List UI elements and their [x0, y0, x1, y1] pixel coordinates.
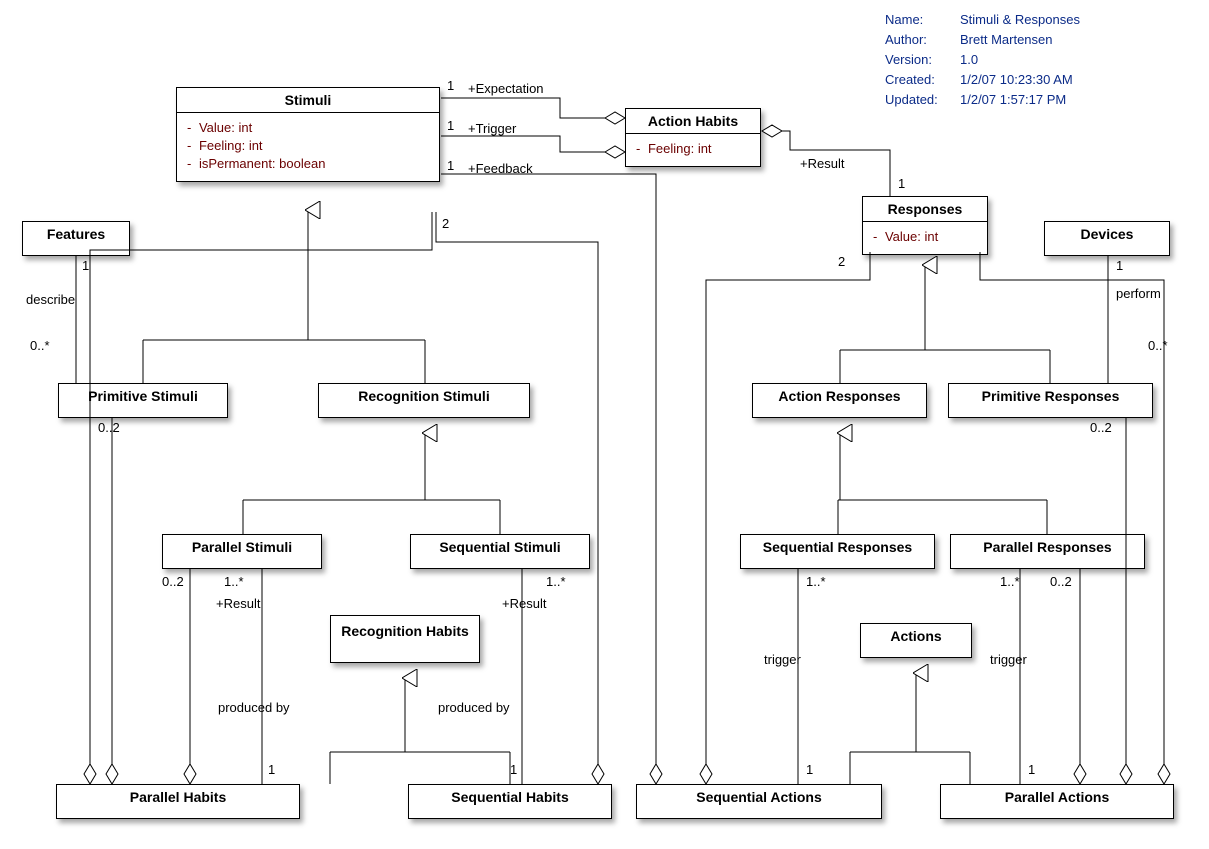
class-responses: Responses Value: int	[862, 196, 988, 255]
mult: 0..*	[30, 338, 50, 353]
class-devices: Devices	[1044, 221, 1170, 256]
role-result: +Result	[800, 156, 844, 171]
assoc-produced-by: produced by	[438, 700, 510, 715]
mult: 1	[447, 118, 454, 133]
meta-author-value: Brett Martensen	[960, 30, 1053, 50]
mult: 1	[1116, 258, 1123, 273]
mult: 0..2	[162, 574, 184, 589]
mult: 2	[442, 216, 449, 231]
mult: 1	[806, 762, 813, 777]
meta-created-label: Created:	[885, 70, 960, 90]
class-parallel-responses: Parallel Responses	[950, 534, 1145, 569]
mult: 0..2	[1050, 574, 1072, 589]
class-primitive-responses: Primitive Responses	[948, 383, 1153, 418]
class-primitive-stimuli: Primitive Stimuli	[58, 383, 228, 418]
class-parallel-habits: Parallel Habits	[56, 784, 300, 819]
class-stimuli: Stimuli Value: int Feeling: int isPerman…	[176, 87, 440, 182]
mult: 1	[447, 78, 454, 93]
class-title: Sequential Responses	[741, 535, 934, 559]
meta-author-label: Author:	[885, 30, 960, 50]
class-actions: Actions	[860, 623, 972, 658]
mult: 1	[82, 258, 89, 273]
class-title: Action Responses	[753, 384, 926, 408]
assoc-perform: perform	[1116, 286, 1161, 301]
class-sequential-stimuli: Sequential Stimuli	[410, 534, 590, 569]
role-feedback: +Feedback	[468, 161, 533, 176]
class-features: Features	[22, 221, 130, 256]
uml-diagram: Name:Stimuli & Responses Author:Brett Ma…	[0, 0, 1209, 849]
meta-version-value: 1.0	[960, 50, 978, 70]
class-title: Sequential Actions	[637, 785, 881, 809]
assoc-describe: describe	[26, 292, 75, 307]
class-title: Stimuli	[177, 88, 439, 113]
class-title: Recognition Habits	[331, 616, 479, 644]
class-title: Parallel Responses	[951, 535, 1144, 559]
meta-name-label: Name:	[885, 10, 960, 30]
class-parallel-stimuli: Parallel Stimuli	[162, 534, 322, 569]
class-attrs: Value: int Feeling: int isPermanent: boo…	[177, 113, 439, 181]
attr: Feeling: int	[636, 140, 750, 158]
class-parallel-actions: Parallel Actions	[940, 784, 1174, 819]
mult: 1	[510, 762, 517, 777]
mult: 1	[1028, 762, 1035, 777]
class-action-habits: Action Habits Feeling: int	[625, 108, 761, 167]
meta-updated-label: Updated:	[885, 90, 960, 110]
mult: 0..*	[1148, 338, 1168, 353]
mult: 1	[268, 762, 275, 777]
class-title: Features	[23, 222, 129, 246]
meta-updated-value: 1/2/07 1:57:17 PM	[960, 90, 1066, 110]
class-attrs: Value: int	[863, 222, 987, 254]
class-recognition-stimuli: Recognition Stimuli	[318, 383, 530, 418]
role-result: +Result	[216, 596, 260, 611]
class-title: Action Habits	[626, 109, 760, 134]
mult: 1	[898, 176, 905, 191]
class-title: Primitive Stimuli	[59, 384, 227, 408]
role-result: +Result	[502, 596, 546, 611]
class-action-responses: Action Responses	[752, 383, 927, 418]
assoc-trigger: trigger	[764, 652, 801, 667]
class-title: Parallel Stimuli	[163, 535, 321, 559]
attr: Feeling: int	[187, 137, 429, 155]
meta-name-value: Stimuli & Responses	[960, 10, 1080, 30]
assoc-produced-by: produced by	[218, 700, 290, 715]
meta-created-value: 1/2/07 10:23:30 AM	[960, 70, 1073, 90]
mult: 1..*	[546, 574, 566, 589]
class-title: Primitive Responses	[949, 384, 1152, 408]
class-recognition-habits: Recognition Habits	[330, 615, 480, 663]
mult: 2	[838, 254, 845, 269]
class-title: Recognition Stimuli	[319, 384, 529, 408]
class-title: Responses	[863, 197, 987, 222]
mult: 1..*	[224, 574, 244, 589]
class-title: Sequential Stimuli	[411, 535, 589, 559]
class-sequential-habits: Sequential Habits	[408, 784, 612, 819]
attr: isPermanent: boolean	[187, 155, 429, 173]
diagram-metadata: Name:Stimuli & Responses Author:Brett Ma…	[885, 10, 1080, 110]
attr: Value: int	[873, 228, 977, 246]
role-trigger: +Trigger	[468, 121, 516, 136]
mult: 0..2	[98, 420, 120, 435]
class-sequential-actions: Sequential Actions	[636, 784, 882, 819]
mult: 0..2	[1090, 420, 1112, 435]
class-attrs: Feeling: int	[626, 134, 760, 166]
class-title: Parallel Actions	[941, 785, 1173, 809]
mult: 1	[447, 158, 454, 173]
attr: Value: int	[187, 119, 429, 137]
assoc-trigger: trigger	[990, 652, 1027, 667]
meta-version-label: Version:	[885, 50, 960, 70]
class-title: Actions	[861, 624, 971, 648]
class-sequential-responses: Sequential Responses	[740, 534, 935, 569]
class-title: Sequential Habits	[409, 785, 611, 809]
mult: 1..*	[1000, 574, 1020, 589]
mult: 1..*	[806, 574, 826, 589]
class-title: Parallel Habits	[57, 785, 299, 809]
role-expectation: +Expectation	[468, 81, 544, 96]
class-title: Devices	[1045, 222, 1169, 246]
